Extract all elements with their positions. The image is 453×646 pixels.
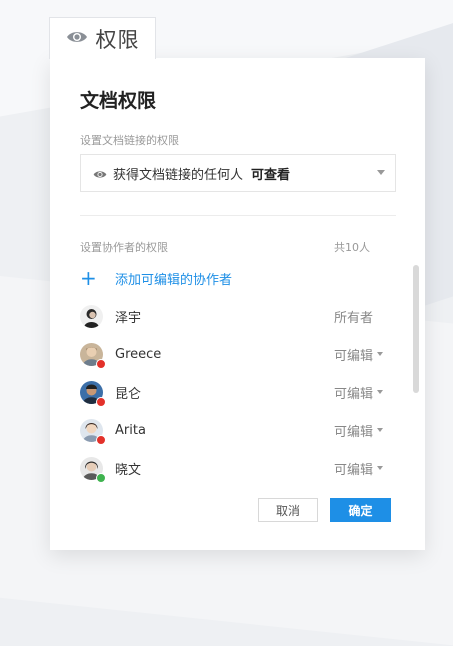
plus-icon: + bbox=[80, 266, 97, 290]
avatar bbox=[80, 418, 106, 445]
member-row: 晓文 可编辑 bbox=[80, 456, 386, 483]
member-role-dropdown[interactable]: 可编辑 bbox=[334, 459, 384, 478]
member-name: 昆仑 bbox=[115, 386, 142, 402]
collaborator-permission-label: 设置协作者的权限 bbox=[80, 241, 168, 254]
member-row: Arita 可编辑 bbox=[80, 418, 386, 445]
status-badge bbox=[96, 472, 106, 483]
member-row: Greece 可编辑 bbox=[80, 342, 386, 369]
dialog-title: 文档权限 bbox=[80, 90, 157, 112]
member-role-label: 可编辑 bbox=[334, 424, 374, 440]
collaborator-count: 共10人 bbox=[334, 241, 370, 254]
chevron-down-icon bbox=[377, 390, 384, 394]
member-list-scrollbar[interactable] bbox=[413, 265, 419, 393]
confirm-button[interactable]: 确定 bbox=[330, 498, 391, 522]
section-divider bbox=[80, 215, 396, 216]
permissions-tab[interactable]: 权限 bbox=[49, 17, 156, 59]
member-role-label: 可编辑 bbox=[334, 348, 374, 364]
eye-icon bbox=[66, 29, 88, 48]
member-role-label: 可编辑 bbox=[334, 462, 374, 478]
member-name: 晓文 bbox=[115, 462, 142, 478]
add-collaborator-button[interactable]: + 添加可编辑的协作者 bbox=[80, 266, 232, 290]
link-scope-text: 获得文档链接的任何人 bbox=[113, 167, 244, 183]
chevron-down-icon bbox=[377, 466, 384, 470]
cancel-button[interactable]: 取消 bbox=[258, 498, 318, 522]
member-role-dropdown[interactable]: 可编辑 bbox=[334, 345, 384, 364]
avatar bbox=[80, 380, 106, 407]
avatar bbox=[80, 342, 106, 369]
eye-icon bbox=[93, 164, 107, 183]
permissions-dialog: 文档权限 设置文档链接的权限 获得文档链接的任何人 可查看 设置协作者的权限 共… bbox=[50, 58, 425, 550]
member-name: 泽宇 bbox=[115, 310, 142, 326]
status-badge bbox=[96, 358, 106, 369]
tab-label: 权限 bbox=[95, 27, 140, 52]
avatar bbox=[80, 304, 103, 328]
chevron-down-icon bbox=[377, 170, 385, 175]
member-role-label: 所有者 bbox=[334, 310, 374, 326]
member-name: Arita bbox=[115, 422, 146, 438]
link-permission-label: 设置文档链接的权限 bbox=[80, 134, 179, 147]
member-role: 所有者 bbox=[334, 307, 373, 326]
link-permission-value: 可查看 bbox=[251, 167, 291, 183]
member-row: 泽宇 所有者 bbox=[80, 304, 386, 328]
add-collaborator-label: 添加可编辑的协作者 bbox=[115, 272, 233, 288]
member-row: 昆仑 可编辑 bbox=[80, 380, 386, 407]
chevron-down-icon bbox=[377, 428, 384, 432]
member-name: Greece bbox=[115, 346, 162, 362]
status-badge bbox=[96, 396, 106, 407]
chevron-down-icon bbox=[377, 352, 384, 356]
avatar bbox=[80, 456, 106, 483]
member-role-dropdown[interactable]: 可编辑 bbox=[334, 421, 384, 440]
link-permission-select[interactable]: 获得文档链接的任何人 可查看 bbox=[80, 154, 396, 192]
status-badge bbox=[96, 434, 106, 445]
member-role-label: 可编辑 bbox=[334, 386, 374, 402]
member-role-dropdown[interactable]: 可编辑 bbox=[334, 383, 384, 402]
